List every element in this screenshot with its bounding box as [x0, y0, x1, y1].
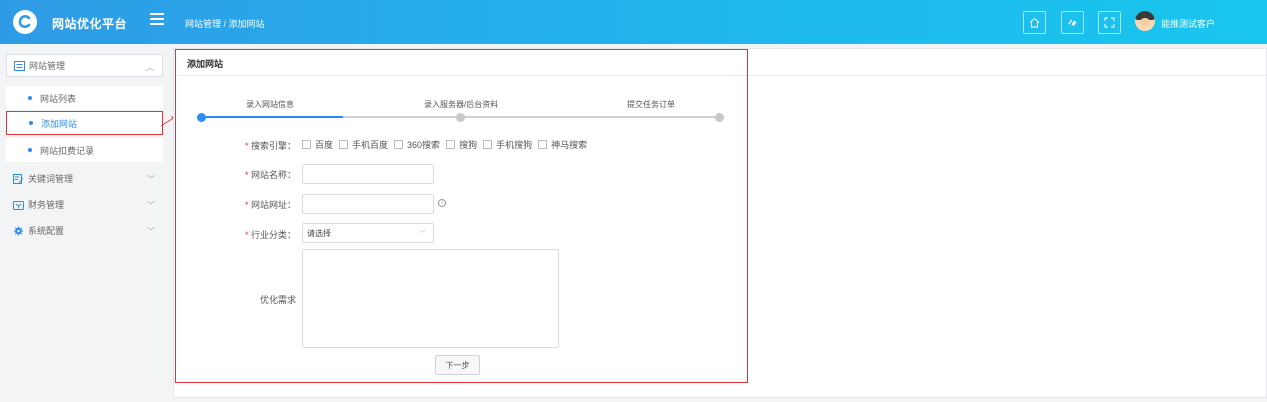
- bullet-dot-icon: [28, 96, 32, 100]
- step-dot-1: [197, 113, 206, 122]
- page-title: 添加网站: [187, 59, 224, 69]
- gear-icon: [13, 225, 24, 236]
- engines-label: * 搜索引擎：: [244, 141, 296, 151]
- sidebar-group-finance-manage[interactable]: 财务管理 ﹀: [6, 193, 163, 216]
- site-url-input[interactable]: [302, 194, 434, 214]
- sidebar-item-label: 网站列表: [40, 93, 77, 104]
- menu-toggle-icon[interactable]: [150, 13, 164, 27]
- chevron-up-icon: ︿: [146, 63, 154, 72]
- breadcrumb: 网站管理 / 添加网站: [185, 19, 265, 29]
- required-mark: *: [244, 200, 249, 210]
- title-divider: [177, 75, 1267, 76]
- required-mark: *: [244, 170, 249, 180]
- requirement-textarea[interactable]: [302, 249, 559, 348]
- step-label-2: 录入服务器/后台资料: [424, 100, 499, 109]
- home-icon[interactable]: [1023, 11, 1046, 34]
- checkbox-mobile-baidu[interactable]: 手机百度: [339, 138, 388, 151]
- step-progress-fill: [201, 116, 343, 118]
- sidebar-group-label: 关键词管理: [28, 174, 74, 184]
- checkbox-sogou[interactable]: 搜狗: [446, 138, 477, 151]
- sidebar-item-label: 添加网站: [41, 118, 78, 129]
- site-url-label: * 网站网址：: [244, 200, 296, 210]
- engine-checkbox-group: 百度 手机百度 360搜索 搜狗 手机搜狗 神马搜索: [302, 138, 593, 151]
- sidebar-item-website-list[interactable]: 网站列表: [6, 86, 163, 110]
- logo-icon: [13, 10, 37, 34]
- list-icon: [14, 60, 25, 71]
- sidebar-item-deduction-records[interactable]: 网站扣费记录: [6, 138, 163, 162]
- step-label-1: 录入网站信息: [246, 100, 294, 109]
- user-name[interactable]: 能推测试客户: [1161, 17, 1215, 30]
- wallet-icon: [13, 200, 24, 210]
- app-title: 网站优化平台: [52, 17, 128, 31]
- chevron-down-icon: ﹀: [147, 201, 155, 210]
- chevron-down-icon: ﹀: [147, 227, 155, 236]
- chevron-down-icon: ﹀: [147, 175, 155, 184]
- info-icon[interactable]: i: [438, 199, 446, 207]
- top-header: 网站优化平台 网站管理 / 添加网站 能推测试客户: [0, 0, 1267, 44]
- site-name-input[interactable]: [302, 164, 434, 184]
- sidebar-group-website-manage[interactable]: 网站管理 ︿: [6, 54, 163, 77]
- sidebar-group-label: 财务管理: [28, 200, 65, 210]
- sidebar-item-label: 网站扣费记录: [40, 145, 95, 156]
- site-name-label: * 网站名称：: [244, 170, 296, 180]
- sidebar-group-label: 系统配置: [28, 226, 65, 236]
- step-label-3: 提交任务订单: [627, 100, 675, 109]
- requirement-label: 优化需求: [259, 295, 296, 305]
- refresh-icon[interactable]: [1061, 11, 1084, 34]
- user-avatar[interactable]: [1135, 11, 1155, 31]
- checkbox-shenma[interactable]: 神马搜索: [538, 138, 587, 151]
- checkbox-mobile-sogou[interactable]: 手机搜狗: [483, 138, 532, 151]
- sidebar-group-system-config[interactable]: 系统配置 ﹀: [6, 219, 163, 242]
- required-mark: *: [244, 230, 249, 240]
- sidebar-group-label: 网站管理: [29, 61, 66, 71]
- next-step-button[interactable]: 下一步: [435, 355, 480, 375]
- edit-doc-icon: [13, 173, 24, 184]
- checkbox-360[interactable]: 360搜索: [394, 138, 440, 151]
- bullet-dot-icon: [29, 121, 33, 125]
- category-select[interactable]: 请选择 ﹀: [302, 223, 434, 243]
- checkbox-baidu[interactable]: 百度: [302, 138, 333, 151]
- sidebar-item-add-website[interactable]: 添加网站: [6, 111, 163, 135]
- bullet-dot-icon: [28, 148, 32, 152]
- category-label: * 行业分类：: [244, 230, 296, 240]
- category-select-value: 请选择: [307, 228, 331, 238]
- step-dot-2: [456, 113, 465, 122]
- sidebar-group-keyword-manage[interactable]: 关键词管理 ﹀: [6, 167, 163, 190]
- chevron-down-icon: ﹀: [419, 231, 426, 238]
- step-dot-3: [715, 113, 724, 122]
- required-mark: *: [244, 141, 249, 151]
- fullscreen-icon[interactable]: [1098, 11, 1121, 34]
